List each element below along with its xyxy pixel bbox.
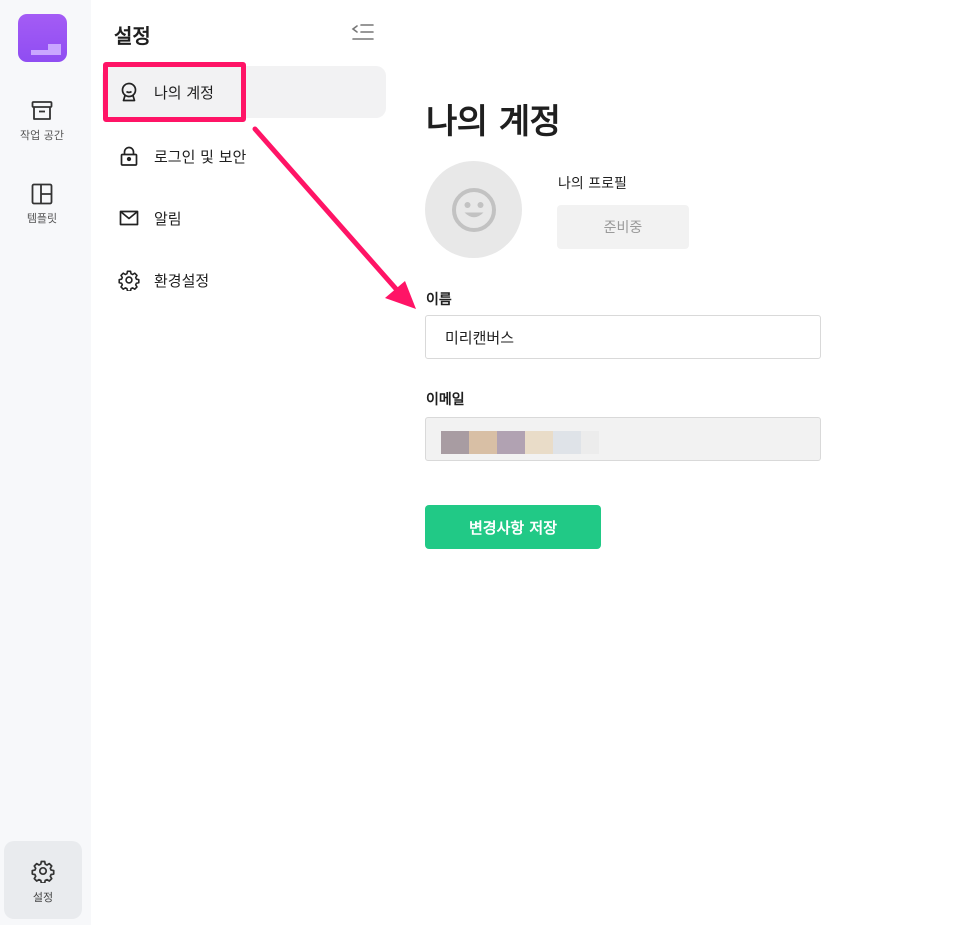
profile-label: 나의 프로필 [558, 176, 627, 192]
nav-item-preferences[interactable]: 환경설정 [102, 254, 386, 306]
nav-item-label: 나의 계정 [154, 83, 214, 102]
collapse-sidebar-icon[interactable] [351, 21, 375, 43]
nav-item-label: 환경설정 [154, 271, 210, 290]
nav-item-login-security[interactable]: 로그인 및 보안 [102, 130, 386, 182]
settings-title: 설정 [114, 24, 151, 48]
email-label: 이메일 [426, 392, 465, 408]
nav-item-notifications[interactable]: 알림 [102, 192, 386, 244]
rail-item-label: 작업 공간 [20, 129, 64, 142]
layout-icon [31, 183, 53, 205]
account-icon [121, 82, 137, 102]
mail-icon [119, 210, 139, 226]
lock-icon [120, 146, 138, 166]
avatar [425, 161, 522, 258]
rail-item-settings[interactable]: 설정 [4, 841, 82, 919]
rail-item-label: 템플릿 [26, 212, 58, 225]
page-title: 나의 계정 [426, 102, 561, 142]
name-label: 이름 [426, 292, 452, 308]
email-field [425, 417, 821, 461]
nav-item-label: 알림 [154, 209, 182, 228]
rail-item-templates[interactable]: 템플릿 [0, 182, 84, 226]
rail-item-workspace[interactable]: 작업 공간 [0, 99, 84, 143]
app-logo[interactable] [18, 14, 67, 62]
gear-icon [31, 860, 55, 883]
nav-item-my-account[interactable]: 나의 계정 [102, 66, 386, 118]
gear-icon [118, 270, 140, 291]
nav-item-label: 로그인 및 보안 [154, 147, 247, 166]
rail-item-label: 설정 [32, 891, 54, 904]
smiley-face-icon [451, 187, 496, 232]
app-rail: 작업 공간 템플릿 설정 [0, 0, 91, 925]
save-changes-button[interactable]: 변경사항 저장 [425, 505, 601, 549]
name-input[interactable] [425, 315, 821, 359]
profile-upload-button[interactable]: 준비중 [557, 205, 689, 249]
archive-icon [31, 101, 53, 120]
